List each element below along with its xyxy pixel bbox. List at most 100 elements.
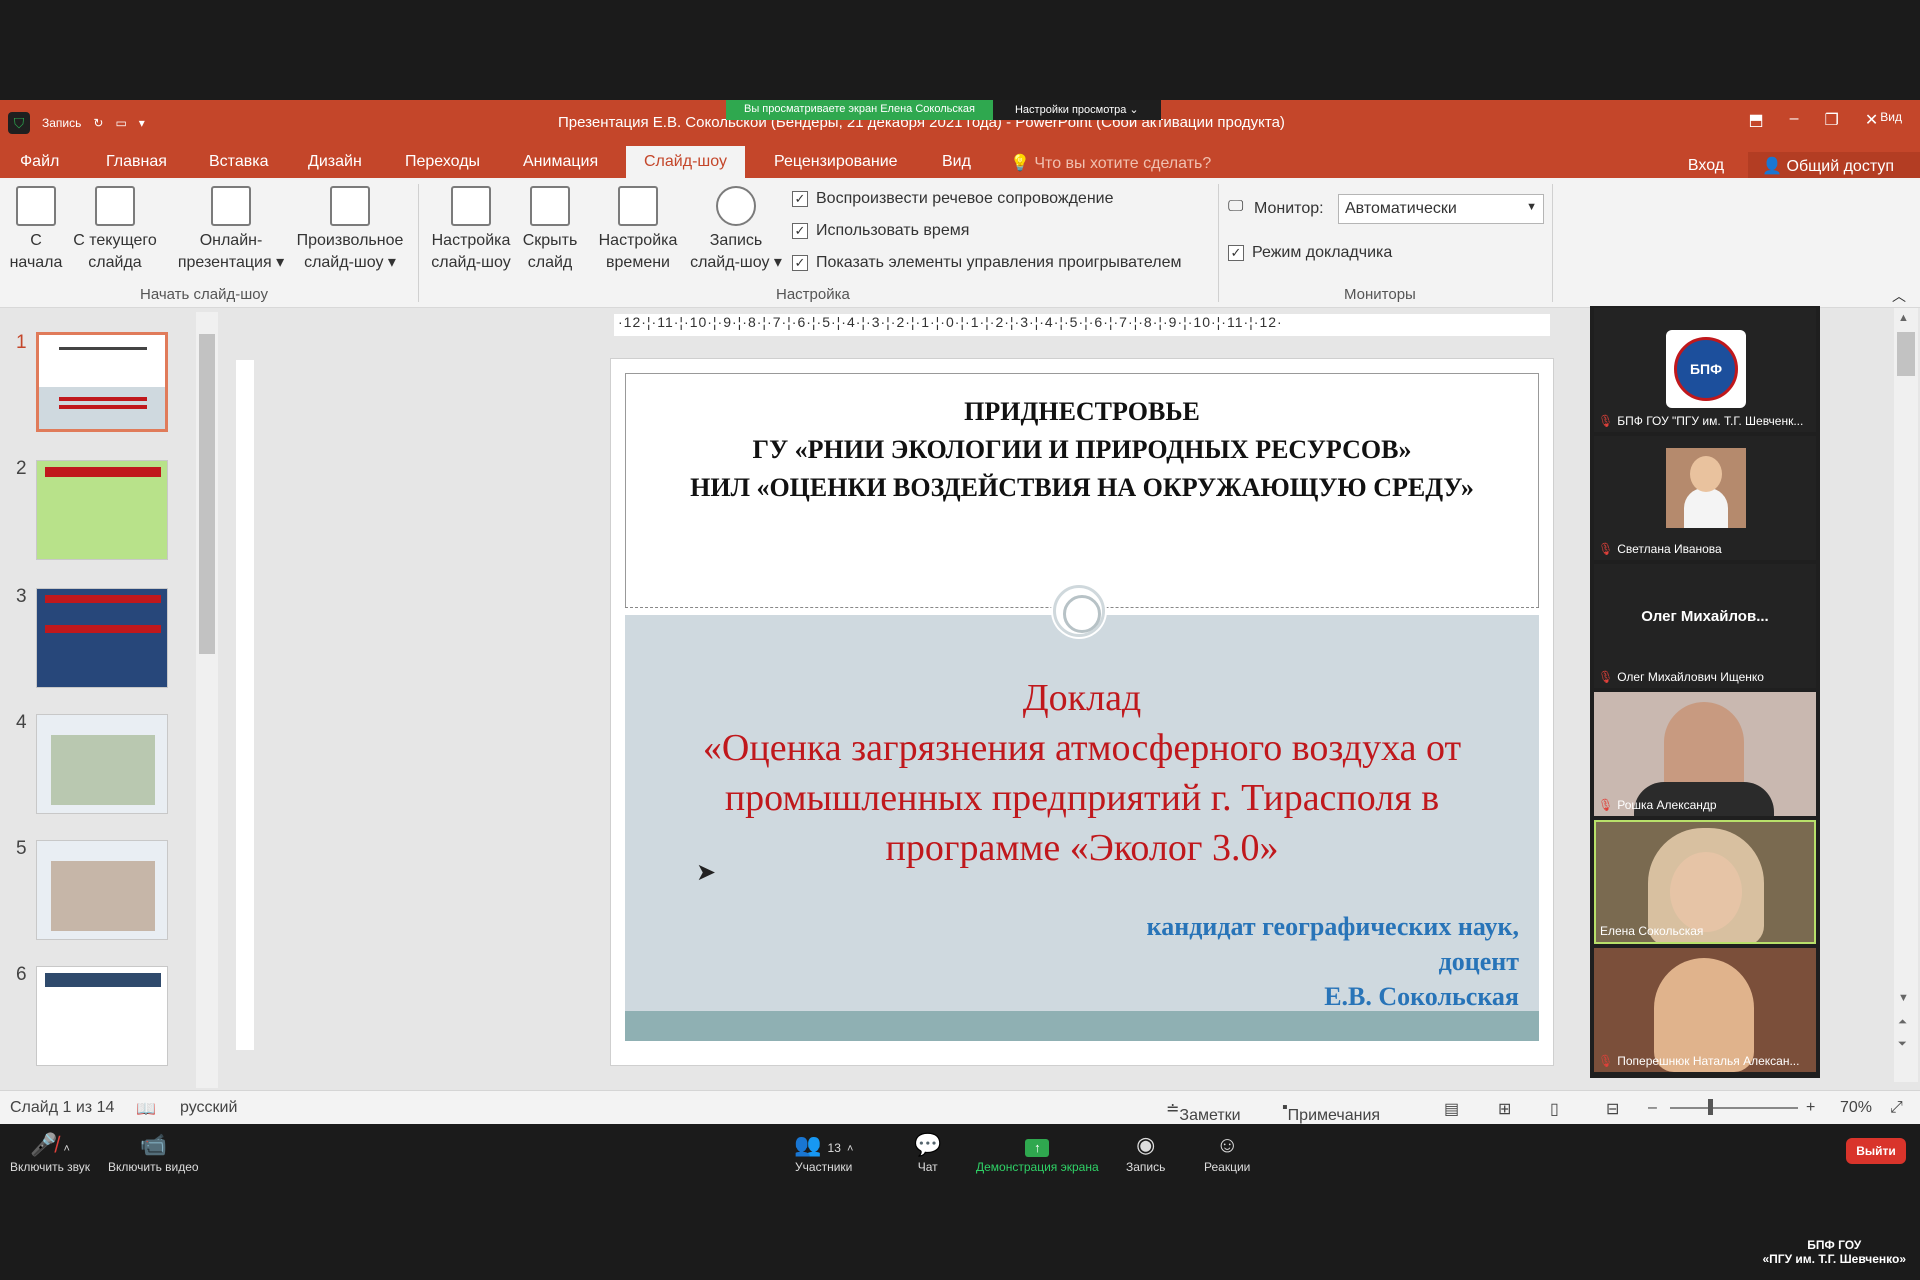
normal-view-icon[interactable]: ▤ xyxy=(1444,1099,1459,1119)
zoom-level[interactable]: 70% xyxy=(1840,1099,1872,1117)
participant-tile[interactable]: 🎙 Поперешнюк Наталья Алексан... xyxy=(1594,948,1816,1072)
setup-show-button[interactable]: Настройка слайд-шоу xyxy=(424,186,518,274)
reactions-button[interactable]: ☺ Реакции xyxy=(1204,1130,1250,1174)
report-title-line: промышленных предприятий г. Тирасполя в xyxy=(724,777,1440,819)
tab-view[interactable]: Вид xyxy=(942,153,971,171)
zoom-slider-thumb[interactable] xyxy=(1708,1099,1713,1115)
participant-name-row: 🎙 Рошка Александр xyxy=(1598,798,1717,812)
rehearse-timings-button[interactable]: Настройка времени xyxy=(592,186,684,274)
tab-file[interactable]: Файл xyxy=(20,153,59,171)
record-icon xyxy=(716,186,756,226)
slide-canvas[interactable]: ПРИДНЕСТРОВЬЕ ГУ «РНИИ ЭКОЛОГИИ И ПРИРОД… xyxy=(610,358,1554,1066)
leave-button[interactable]: Выйти xyxy=(1846,1138,1906,1164)
participants-button[interactable]: 👥 13 ˄ Участники xyxy=(794,1130,853,1174)
participant-tile[interactable]: Олег Михайлов... 🎙 Олег Михайлович Ищенк… xyxy=(1594,564,1816,688)
report-title-line: «Оценка загрязнения атмосферного воздуха… xyxy=(702,727,1462,769)
quick-access-toolbar: ⛉ Запись ↻ ▭ ▾ xyxy=(8,112,145,134)
tab-home[interactable]: Главная xyxy=(106,153,167,171)
zoom-slider[interactable] xyxy=(1670,1107,1798,1109)
record-button[interactable]: ◉ Запись xyxy=(1126,1130,1165,1174)
ribbon-display-icon[interactable]: ⬒ xyxy=(1749,110,1764,130)
tab-slideshow[interactable]: Слайд-шоу xyxy=(626,146,745,178)
customize-quick-icon[interactable]: ▾ xyxy=(139,116,145,130)
spellcheck-icon[interactable]: 📖 xyxy=(136,1099,156,1119)
comments-button[interactable]: ▪ Примечания xyxy=(1282,1099,1380,1124)
tab-review[interactable]: Рецензирование xyxy=(774,153,898,171)
from-start-button[interactable]: С начала xyxy=(8,186,64,274)
controls-checkbox[interactable]: ✓ Показать элементы управления проигрыва… xyxy=(792,254,1181,272)
scroll-up-icon[interactable]: ▲ xyxy=(1898,312,1909,324)
participant-tile-active-speaker[interactable]: Елена Сокольская xyxy=(1594,820,1816,944)
share-label: Общий доступ xyxy=(1786,158,1895,175)
tab-design[interactable]: Дизайн xyxy=(308,153,362,171)
start-video-label: Включить видео xyxy=(108,1160,199,1174)
record-label: Запись xyxy=(1126,1160,1166,1174)
custom-show-button[interactable]: Произвольное слайд-шоу ▾ xyxy=(290,186,410,274)
tab-animation[interactable]: Анимация xyxy=(523,153,598,171)
from-current-button[interactable]: С текущего слайда xyxy=(66,186,164,274)
slide-bottom-strip xyxy=(625,1011,1539,1041)
share-screen-button[interactable]: ↑ Демонстрация экрана xyxy=(976,1130,1099,1174)
record-quick-button[interactable]: Запись xyxy=(42,116,81,130)
share-button[interactable]: 👤 Общий доступ xyxy=(1748,152,1920,180)
previous-slide-icon[interactable]: ⏶ xyxy=(1898,1016,1907,1029)
fit-slide-icon[interactable]: ⤢ xyxy=(1890,1099,1903,1117)
slide-thumbnail[interactable] xyxy=(36,332,168,432)
shield-icon: ⛉ xyxy=(8,112,30,134)
custom-show-icon xyxy=(330,186,370,226)
scrollbar-thumb[interactable] xyxy=(199,334,215,654)
thumbnail-scrollbar[interactable] xyxy=(196,312,218,1088)
slide-thumbnail[interactable] xyxy=(36,588,168,688)
slide-thumbnail[interactable] xyxy=(36,966,168,1066)
screen-share-banner: Вы просматриваете экран Елена Сокольская… xyxy=(726,100,1161,120)
next-slide-icon[interactable]: ⏷ xyxy=(1898,1038,1907,1051)
tab-transitions[interactable]: Переходы xyxy=(405,153,480,171)
smiley-icon: ☺ xyxy=(1215,1132,1239,1157)
tell-me-label: Что вы хотите сделать? xyxy=(1034,155,1212,172)
slide-thumbnail[interactable] xyxy=(36,714,168,814)
chat-button[interactable]: 💬 Чат xyxy=(914,1130,941,1174)
scrollbar-thumb[interactable] xyxy=(1897,332,1915,376)
slideshow-view-icon[interactable]: ⊟ xyxy=(1606,1099,1619,1119)
participant-tile[interactable]: БПФ 🎙 БПФ ГОУ "ПГУ им. Т.Г. Шевченк... xyxy=(1594,308,1816,432)
scroll-down-icon[interactable]: ▼ xyxy=(1898,992,1909,1004)
timings-checkbox[interactable]: ✓ Использовать время xyxy=(792,222,969,240)
editor-scrollbar[interactable]: ▲ ▼ ⏶ ⏷ xyxy=(1894,308,1918,1082)
tell-me-search[interactable]: 💡 Что вы хотите сделать? xyxy=(1010,153,1211,173)
notes-button[interactable]: ≐ Заметки xyxy=(1166,1099,1241,1124)
view-options-button[interactable]: Настройки просмотра ⌄ xyxy=(992,100,1161,120)
participant-tile[interactable]: 🎙 Рошка Александр xyxy=(1594,692,1816,816)
hide-slide-button[interactable]: Скрыть слайд xyxy=(518,186,582,274)
monitor-select[interactable]: Автоматически ▼ xyxy=(1338,194,1544,224)
slide-sorter-icon[interactable]: ⊞ xyxy=(1498,1099,1511,1119)
signin-link[interactable]: Вход xyxy=(1688,157,1724,175)
tab-insert[interactable]: Вставка xyxy=(209,153,268,171)
reading-view-icon[interactable]: ▯ xyxy=(1550,1099,1559,1119)
narration-checkbox[interactable]: ✓ Воспроизвести речевое сопровождение xyxy=(792,190,1113,208)
checkbox-checked-icon: ✓ xyxy=(792,191,808,207)
language-indicator[interactable]: русский xyxy=(180,1099,237,1117)
zoom-in-icon[interactable]: + xyxy=(1806,1099,1815,1117)
start-video-button[interactable]: 📹 Включить видео xyxy=(108,1130,199,1174)
zoom-view-label[interactable]: Вид xyxy=(1880,110,1902,130)
participant-tile[interactable]: 🎙 Светлана Иванова xyxy=(1594,436,1816,560)
minimize-icon[interactable]: – xyxy=(1790,110,1799,130)
slideshow-quick-icon[interactable]: ▭ xyxy=(115,116,126,130)
slide-thumbnail[interactable] xyxy=(36,840,168,940)
mic-muted-icon: 🎙 xyxy=(1598,798,1614,812)
share-screen-label: Демонстрация экрана xyxy=(976,1160,1099,1174)
unmute-button[interactable]: 🎤̸ ˄ Включить звук xyxy=(10,1130,90,1174)
ribbon-separator xyxy=(418,184,419,302)
from-current-label-2: слайда xyxy=(88,254,142,271)
custom-label-2: слайд-шоу ▾ xyxy=(304,254,396,271)
presenter-view-checkbox[interactable]: ✓ Режим докладчика xyxy=(1228,244,1392,262)
from-current-label-1: С текущего xyxy=(73,232,157,249)
close-icon[interactable]: ✕ xyxy=(1865,110,1878,130)
redo-icon[interactable]: ↻ xyxy=(93,116,103,130)
slide-thumbnail[interactable] xyxy=(36,460,168,560)
record-show-button[interactable]: Запись слайд-шоу ▾ xyxy=(686,186,786,274)
online-present-button[interactable]: Онлайн- презентация ▾ xyxy=(176,186,286,274)
zoom-out-icon[interactable]: – xyxy=(1648,1099,1657,1117)
restore-icon[interactable]: ❐ xyxy=(1825,110,1839,130)
collapse-ribbon-icon[interactable]: ︿ xyxy=(1892,286,1906,306)
